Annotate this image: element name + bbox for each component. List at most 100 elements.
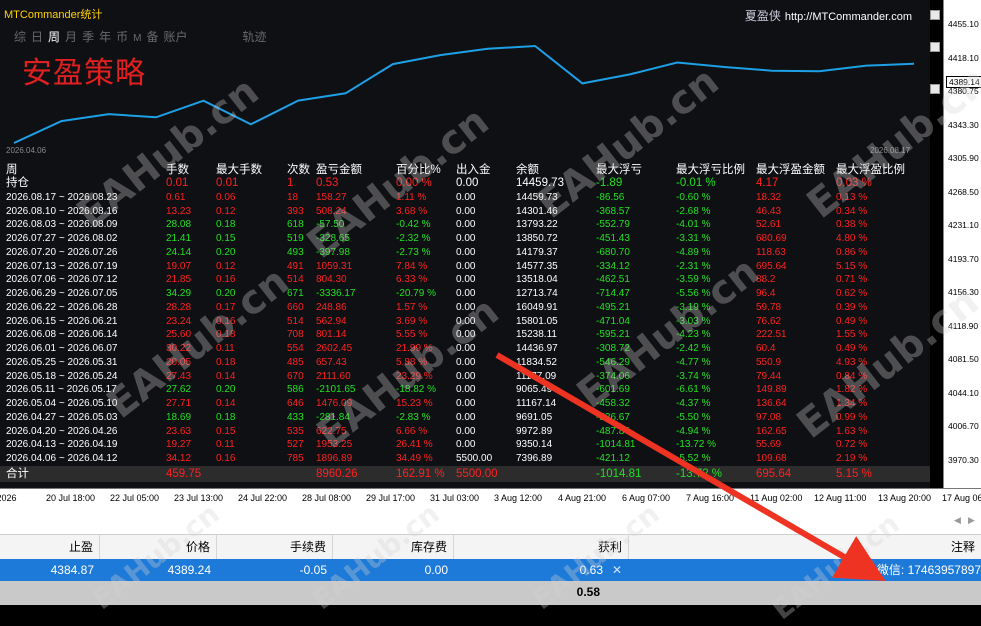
- price-tick: 3970.30: [948, 454, 979, 465]
- stat-mfp: 222.51: [756, 329, 787, 341]
- time-tick: 3 Aug 12:00: [494, 493, 543, 503]
- stat-mfp: 60.4: [756, 343, 776, 354]
- stat-io: 0.00: [456, 205, 476, 217]
- stat-io: 0.00: [456, 191, 476, 203]
- stat-balance: 15801.05: [516, 315, 558, 327]
- scroll-marker[interactable]: [930, 42, 940, 52]
- price-tick: 4455.10: [948, 19, 979, 29]
- stat-mfp: 59.78: [756, 301, 782, 313]
- position-pnl: 0.53: [316, 177, 339, 189]
- stat-pct: -2.83 %: [396, 411, 431, 423]
- stat-max_lots: 0.11: [216, 439, 235, 451]
- time-tick: 17 Jul 2026: [0, 493, 17, 503]
- stat-balance: 9065.49: [516, 384, 553, 396]
- stat-balance: 13850.72: [516, 233, 558, 244]
- table-row[interactable]: 2026.08.10 ~ 2026.08.16 13.23 0.12 393 508.2…: [0, 205, 930, 219]
- price-tick: 4081.50: [948, 354, 979, 364]
- time-tick: 31 Jul 03:00: [430, 493, 480, 503]
- stat-mflp: -13.72 %: [676, 439, 717, 451]
- stat-mfpp: 1.55 %: [836, 329, 868, 341]
- toolbar-left-arrow-icon[interactable]: ◀: [954, 515, 961, 526]
- stat-week: 2026.06.15 ~ 2026.06.21: [6, 315, 118, 327]
- stat-io: 0.00: [456, 219, 476, 231]
- stat-balance: 9691.05: [516, 411, 553, 423]
- stat-mfpp: 2.19 %: [836, 453, 868, 464]
- stat-mflp: -6.61 %: [676, 384, 711, 396]
- table-row[interactable]: 2026.08.03 ~ 2026.08.09 28.08 0.18 618 -57.5…: [0, 218, 930, 232]
- stat-max_lots: 0.18: [216, 219, 236, 231]
- stat-pnl: 657.43: [316, 356, 347, 368]
- table-row[interactable]: 2026.04.20 ~ 2026.04.26 23.63 0.15 535 622.7…: [0, 425, 930, 439]
- table-row[interactable]: 2026.07.27 ~ 2026.08.02 21.41 0.15 519 -328.…: [0, 232, 930, 246]
- stat-balance: 14436.97: [516, 343, 558, 354]
- stat-lots: 19.27: [166, 439, 192, 451]
- stat-lots: 34.29: [166, 288, 192, 299]
- stat-mflp: -3.74 %: [676, 370, 711, 382]
- price-tick: 4305.90: [948, 153, 979, 163]
- stat-balance: 13518.04: [516, 274, 558, 286]
- stat-io: 0.00: [456, 246, 476, 258]
- stat-pnl: -3336.17: [316, 288, 356, 299]
- stat-mfpp: 0.86 %: [836, 246, 868, 258]
- time-tick: 7 Aug 16:00: [686, 493, 735, 503]
- col-take-profit[interactable]: 止盈: [0, 535, 100, 559]
- stat-balance: 12713.74: [516, 288, 558, 299]
- stat-mfl: -462.51: [596, 274, 630, 286]
- col-commission[interactable]: 手续费: [217, 535, 333, 559]
- stat-max_lots: 0.16: [216, 453, 236, 464]
- stat-max_lots: 0.12: [216, 205, 236, 217]
- stat-count: 493: [287, 246, 304, 258]
- toolbar-right-arrow-icon[interactable]: ▶: [968, 515, 975, 526]
- terminal-toolbar: ◀ ▶: [0, 509, 981, 534]
- total-mfpp: 5.15 %: [836, 467, 872, 480]
- stat-balance: 11177.09: [516, 370, 557, 382]
- col-comment[interactable]: 注释: [629, 535, 981, 559]
- stat-mfpp: 4.80 %: [836, 233, 868, 244]
- stat-balance: 11834.52: [516, 356, 557, 368]
- stat-max_lots: 0.12: [216, 260, 236, 272]
- stat-week: 2026.07.13 ~ 2026.07.19: [6, 260, 118, 272]
- stat-lots: 24.14: [166, 246, 192, 258]
- position-max_lots: 0.01: [216, 177, 239, 189]
- stat-count: 586: [287, 384, 304, 396]
- price-tick: 4231.10: [948, 220, 979, 230]
- table-row[interactable]: 2026.04.13 ~ 2026.04.19 19.27 0.11 527 1953.…: [0, 438, 930, 452]
- stat-io: 0.00: [456, 384, 476, 396]
- price-tick: 4044.10: [948, 387, 979, 398]
- scroll-up-button[interactable]: [930, 10, 940, 20]
- stat-max_lots: 0.14: [216, 370, 236, 382]
- stat-max_lots: 0.15: [216, 425, 236, 437]
- stat-week: 2026.07.06 ~ 2026.07.12: [6, 274, 118, 286]
- stat-mflp: -2.68 %: [676, 205, 711, 217]
- price-tick: 4193.70: [948, 253, 979, 264]
- table-row[interactable]: 2026.07.13 ~ 2026.07.19 19.07 0.12 491 1059.…: [0, 260, 930, 274]
- stats-header-7: 余额: [516, 164, 539, 176]
- stat-week: 2026.05.04 ~ 2026.05.10: [6, 398, 118, 409]
- stat-mfp: 118.63: [756, 246, 786, 258]
- time-axis[interactable]: 17 Jul 202620 Jul 18:0022 Jul 05:0023 Ju…: [0, 488, 981, 509]
- stat-pnl: 801.14: [316, 329, 347, 341]
- stat-count: 18: [287, 191, 299, 203]
- stat-pct: -20.79 %: [396, 288, 437, 299]
- stat-mfl: -487.84: [596, 425, 630, 437]
- stat-mfpp: 5.15 %: [836, 260, 868, 272]
- table-row[interactable]: 2026.07.06 ~ 2026.07.12 21.85 0.16 514 804.3…: [0, 273, 930, 287]
- stat-io: 0.00: [456, 398, 476, 409]
- stat-pnl: 2602.45: [316, 343, 353, 354]
- stat-mfp: 79.44: [756, 370, 782, 382]
- time-tick: 13 Aug 20:00: [878, 493, 932, 503]
- table-row[interactable]: 2026.07.20 ~ 2026.07.26 24.14 0.20 493 -397.…: [0, 246, 930, 260]
- stat-mflp: -4.94 %: [676, 425, 711, 437]
- stat-mflp: -3.31 %: [676, 233, 711, 244]
- time-tick: 24 Jul 22:00: [238, 493, 288, 503]
- table-row[interactable]: 2026.04.06 ~ 2026.04.12 34.12 0.16 785 1896.…: [0, 452, 930, 466]
- stats-header-3: 次数: [287, 164, 310, 176]
- stat-io: 0.00: [456, 233, 476, 244]
- stat-mfl: -471.04: [596, 315, 630, 327]
- stat-mfpp: 0.49 %: [836, 315, 868, 327]
- stat-lots: 28.28: [166, 301, 192, 313]
- price-tick: 4006.70: [948, 421, 979, 431]
- stat-pnl: 248.86: [316, 301, 347, 313]
- time-tick: 28 Jul 08:00: [302, 493, 352, 503]
- stat-week: 2026.07.20 ~ 2026.07.26: [6, 246, 118, 258]
